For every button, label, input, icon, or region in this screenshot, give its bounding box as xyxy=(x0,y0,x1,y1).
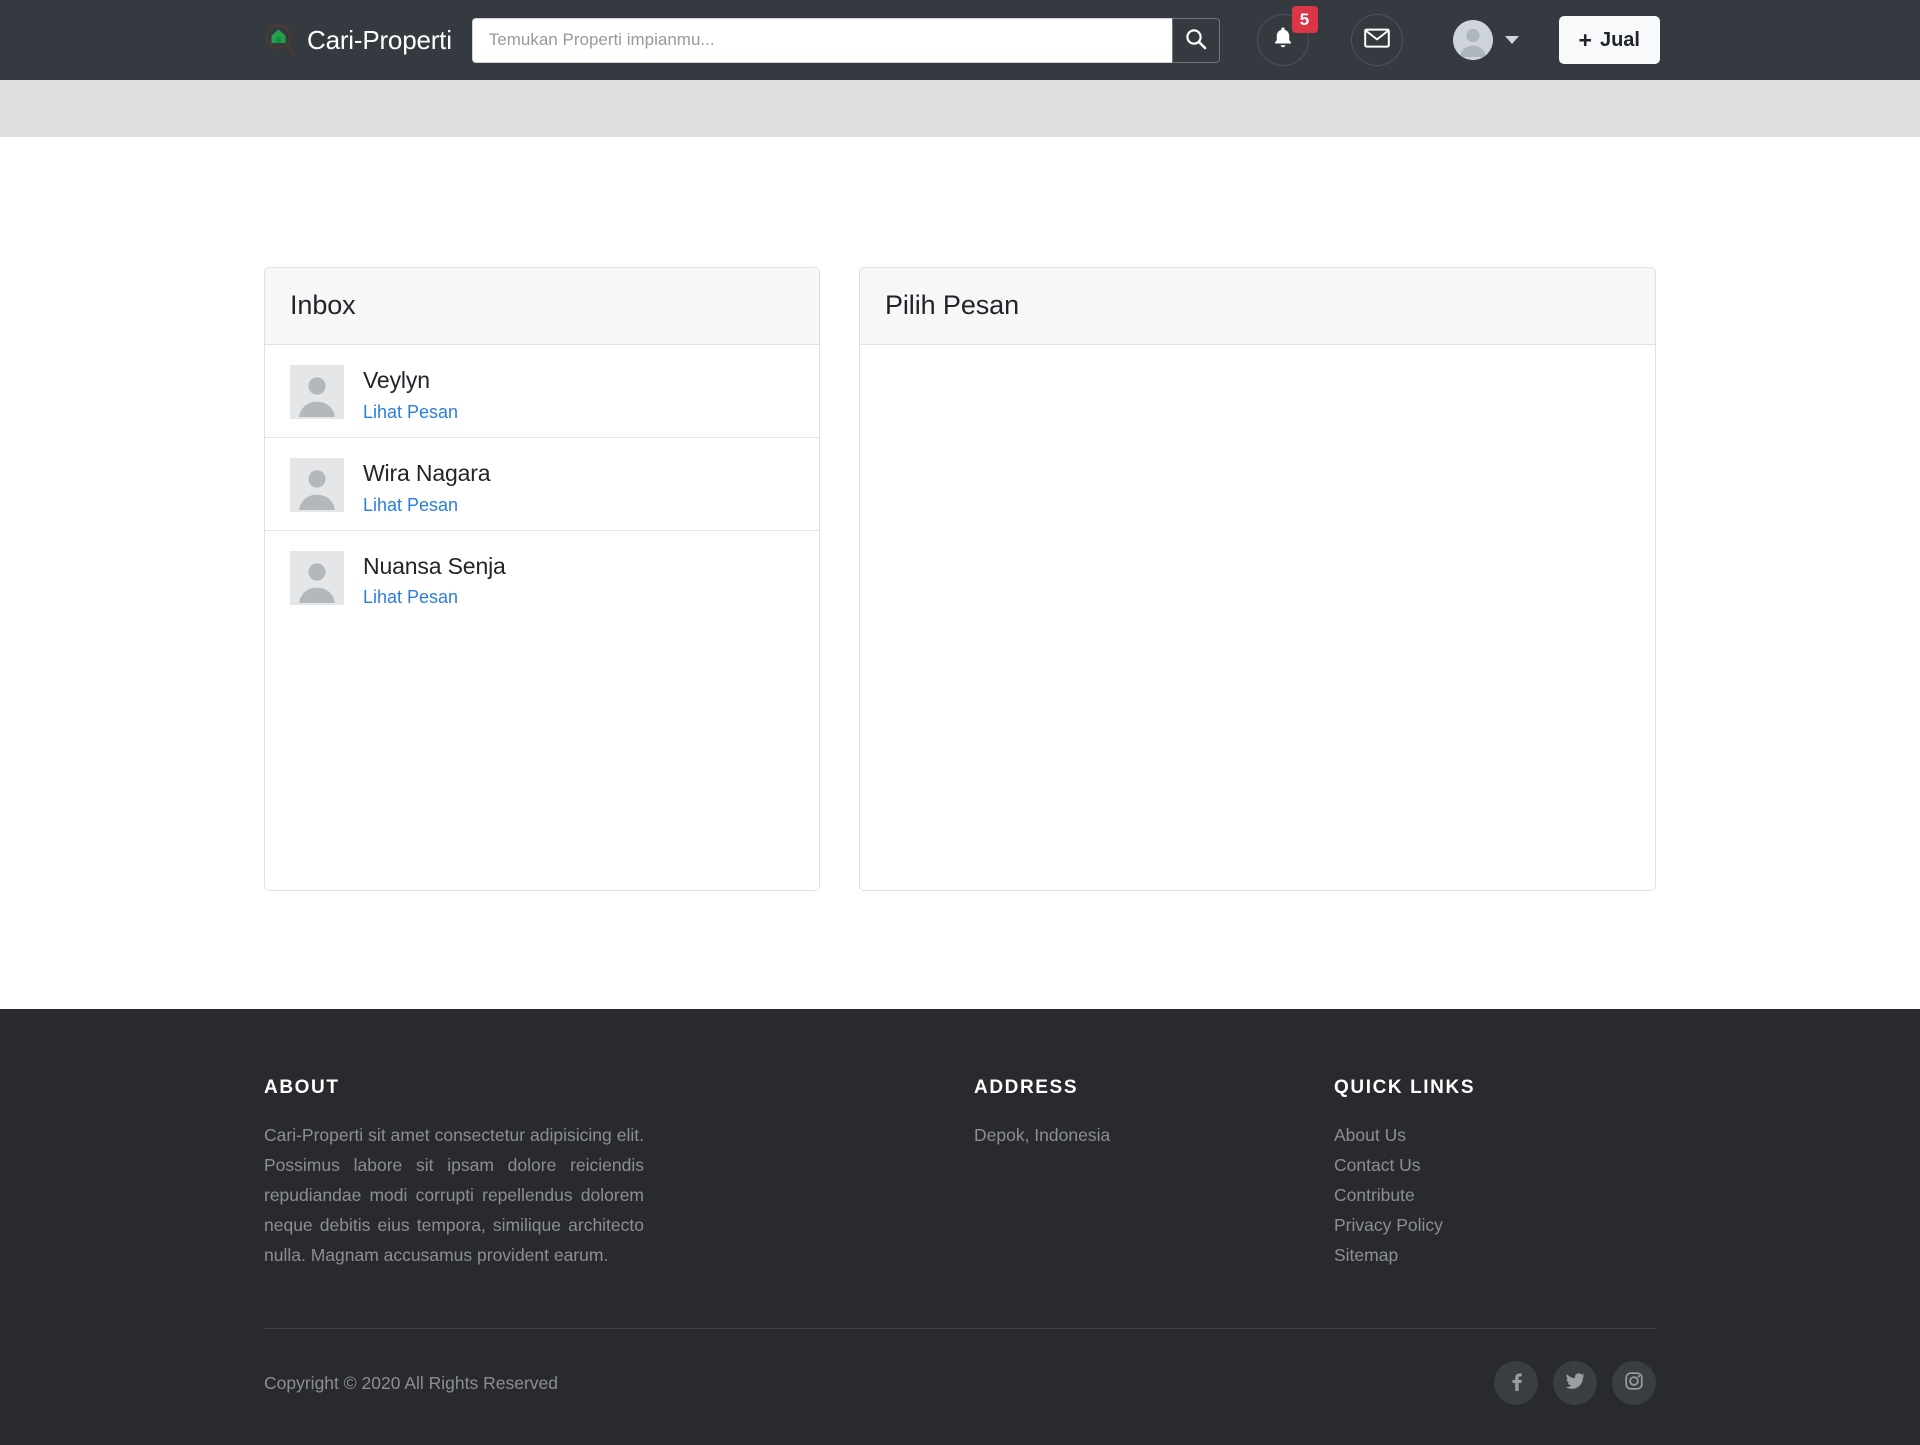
list-item: About Us xyxy=(1334,1120,1634,1150)
instagram-button[interactable] xyxy=(1612,1361,1656,1406)
list-item[interactable]: Veylyn Lihat Pesan xyxy=(265,345,819,437)
instagram-icon xyxy=(1624,1371,1644,1396)
site-footer: ABOUT Cari-Properti sit amet consectetur… xyxy=(0,1009,1920,1445)
sell-button-label: Jual xyxy=(1599,28,1640,51)
search-icon xyxy=(1185,28,1207,53)
notification-badge: 5 xyxy=(1291,6,1318,33)
inbox-panel: Inbox Veylyn Lihat Pesan Wira Nagara Lih… xyxy=(264,267,820,891)
facebook-icon xyxy=(1506,1371,1526,1396)
footer-quicklinks-heading: QUICK LINKS xyxy=(1334,1077,1476,1098)
notifications-button[interactable]: 5 xyxy=(1256,6,1318,66)
view-message-link[interactable]: Lihat Pesan xyxy=(363,587,458,608)
avatar xyxy=(1452,20,1493,60)
inbox-list: Veylyn Lihat Pesan Wira Nagara Lihat Pes… xyxy=(265,345,819,622)
envelope-icon xyxy=(1363,28,1390,53)
footer-quicklinks-column: QUICK LINKS About Us Contact Us Contribu… xyxy=(1334,1077,1634,1270)
footer-link-sitemap[interactable]: Sitemap xyxy=(1334,1240,1634,1270)
bell-icon xyxy=(1271,25,1295,55)
list-item: Contact Us xyxy=(1334,1150,1634,1180)
footer-address-text: Depok, Indonesia xyxy=(974,1125,1111,1145)
twitter-icon xyxy=(1565,1371,1586,1396)
message-panel: Pilih Pesan xyxy=(859,267,1656,891)
footer-about-heading: ABOUT xyxy=(264,1077,340,1098)
footer-address-heading: ADDRESS xyxy=(974,1077,1079,1098)
inbox-item-name: Wira Nagara xyxy=(363,459,491,486)
view-message-link[interactable]: Lihat Pesan xyxy=(363,495,458,516)
social-links xyxy=(1494,1361,1656,1406)
inbox-item-name: Nuansa Senja xyxy=(363,552,506,579)
house-magnifier-icon xyxy=(264,23,298,57)
search-bar xyxy=(471,17,1220,63)
inbox-panel-body: Veylyn Lihat Pesan Wira Nagara Lihat Pes… xyxy=(265,345,819,890)
footer-about-text: Cari-Properti sit amet consectetur adipi… xyxy=(264,1125,644,1266)
sell-button[interactable]: + Jual xyxy=(1558,16,1660,64)
user-placeholder-icon xyxy=(290,550,344,605)
twitter-button[interactable] xyxy=(1553,1361,1597,1406)
inbox-panel-header: Inbox xyxy=(265,268,819,345)
footer-link-about-us[interactable]: About Us xyxy=(1334,1120,1634,1150)
user-placeholder-icon xyxy=(290,365,344,419)
footer-quicklinks-list: About Us Contact Us Contribute Privacy P… xyxy=(1334,1120,1634,1270)
list-item: Contribute xyxy=(1334,1180,1634,1210)
plus-icon: + xyxy=(1578,26,1592,53)
footer-about-column: ABOUT Cari-Properti sit amet consectetur… xyxy=(264,1077,644,1270)
messages-button[interactable] xyxy=(1350,14,1403,66)
account-menu[interactable] xyxy=(1452,20,1519,60)
footer-bottom-bar: Copyright © 2020 All Rights Reserved xyxy=(264,1329,1656,1445)
footer-address-column: ADDRESS Depok, Indonesia xyxy=(974,1077,1334,1270)
main-content: Inbox Veylyn Lihat Pesan Wira Nagara Lih… xyxy=(0,137,1920,1009)
inbox-title: Inbox xyxy=(290,290,356,320)
message-panel-body xyxy=(860,345,1655,890)
list-item: Sitemap xyxy=(1334,1240,1634,1270)
search-input[interactable] xyxy=(471,17,1172,63)
navbar-actions: 5 + Jual xyxy=(1223,6,1660,66)
footer-link-contact-us[interactable]: Contact Us xyxy=(1334,1150,1634,1180)
message-panel-title: Pilih Pesan xyxy=(885,290,1019,320)
facebook-button[interactable] xyxy=(1494,1361,1538,1406)
list-item[interactable]: Nuansa Senja Lihat Pesan xyxy=(265,529,819,623)
user-placeholder-icon xyxy=(290,457,344,512)
inbox-item-name: Veylyn xyxy=(363,367,430,393)
message-panel-header: Pilih Pesan xyxy=(860,268,1655,345)
secondary-bar xyxy=(0,80,1920,137)
brand-name: Cari-Properti xyxy=(307,24,452,55)
list-item[interactable]: Wira Nagara Lihat Pesan xyxy=(265,436,819,530)
caret-down-icon xyxy=(1504,36,1519,44)
list-item: Privacy Policy xyxy=(1334,1210,1634,1240)
view-message-link[interactable]: Lihat Pesan xyxy=(363,402,458,423)
top-navbar: Cari-Properti Temukan Properti impianmu.… xyxy=(0,0,1920,80)
footer-spacer xyxy=(644,1077,974,1270)
copyright-text: Copyright © 2020 All Rights Reserved xyxy=(264,1372,559,1393)
footer-link-privacy-policy[interactable]: Privacy Policy xyxy=(1334,1210,1634,1240)
brand-link[interactable]: Cari-Properti xyxy=(264,23,452,57)
search-button[interactable] xyxy=(1171,17,1220,63)
footer-link-contribute[interactable]: Contribute xyxy=(1334,1180,1634,1210)
